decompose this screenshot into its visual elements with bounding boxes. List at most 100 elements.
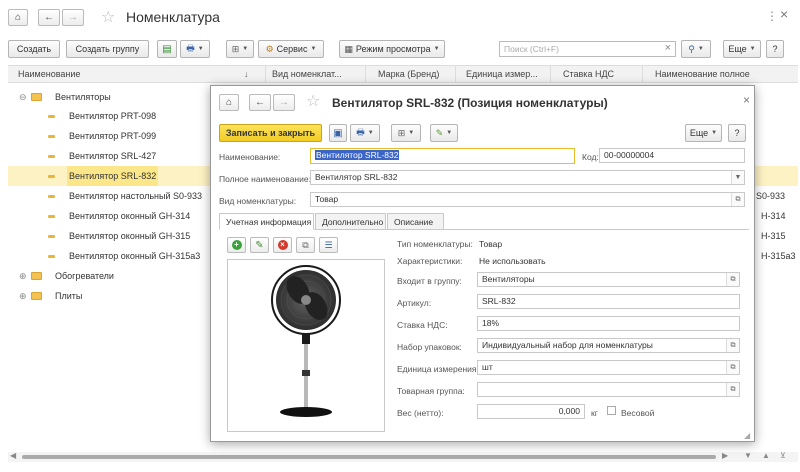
open-icon[interactable]: ⧉ [726,339,739,352]
group-field[interactable]: Вентиляторы ⧉ [477,272,740,287]
weighted-checkbox[interactable] [607,406,616,415]
structure-button[interactable]: ⊞ ▼ [226,40,254,58]
chevron-down-icon: ▼ [697,46,704,52]
clear-search-icon[interactable]: × [665,42,671,54]
close-dialog-button[interactable]: × [743,93,750,107]
item-icon [48,235,55,238]
home-button[interactable]: ⌂ [219,94,239,111]
open-icon[interactable]: ⧉ [726,361,739,374]
tab-accounting[interactable]: Учетная информация [219,213,314,230]
chevron-down-icon: ▼ [242,46,249,52]
column-header-name[interactable]: Наименование [12,65,262,83]
report-button[interactable]: ▤ [157,40,177,58]
save-button[interactable]: ▣ [329,124,347,142]
view-mode-button[interactable]: ▦ Режим просмотра ▼ [339,40,445,58]
image-list-button[interactable]: ☰ [319,237,338,253]
full-name-field[interactable]: Вентилятор SRL-832 ▼ [310,170,745,185]
structure-button[interactable]: ⊞ ▼ [391,124,421,142]
scrollbar-thumb[interactable] [22,455,716,459]
open-icon[interactable]: ⧉ [726,273,739,286]
folder-icon [31,93,42,101]
printer-icon: 🖶 [186,43,195,53]
scroll-right-icon[interactable]: ▶ [722,451,728,460]
favorite-star-icon[interactable]: ☆ [306,91,320,111]
home-button[interactable]: ⌂ [8,9,28,26]
back-button[interactable]: ← [38,9,60,26]
collapse-icon[interactable]: ⊖ [19,87,27,107]
service-button[interactable]: ⚙ Сервис ▼ [258,40,324,58]
column-header-unit[interactable]: Единица измер... [455,65,550,83]
tab-description[interactable]: Описание [387,213,444,230]
item-icon [48,175,55,178]
help-button[interactable]: ? [766,40,784,58]
column-header-brand[interactable]: Марка (Бренд) [365,65,455,83]
kind-label: Вид номенклатуры: [219,196,297,206]
resize-grip-icon[interactable]: ◢ [744,431,750,440]
weight-field[interactable]: 0,000 [477,404,585,419]
unit-label: Единица измерения: [397,364,479,374]
product-image[interactable] [227,259,385,432]
code-label: Код: [582,152,599,162]
edit-button[interactable]: ✎ ▼ [430,124,458,142]
add-image-button[interactable]: + [227,237,246,253]
arrow-right-icon: → [68,12,78,23]
expand-icon[interactable]: ⊕ [19,286,27,306]
chevron-down-icon: ▼ [711,130,718,136]
article-field[interactable]: SRL-832 [477,294,740,309]
chevron-down-icon: ▼ [408,130,415,136]
code-field[interactable]: 00-00000004 [599,148,745,163]
print-button[interactable]: 🖶 ▼ [180,40,210,58]
more-icon[interactable]: ⋮ [766,9,778,23]
fan-image [271,265,341,417]
packaging-field[interactable]: Индивидуальный набор для номенклатуры ⧉ [477,338,740,353]
scroll-end-icon[interactable]: ⊻ [780,451,786,460]
goods-group-field[interactable]: ⧉ [477,382,740,397]
column-header-kind[interactable]: Вид номенклат... [265,65,365,83]
open-icon[interactable]: ⧉ [731,193,744,206]
dropdown-icon[interactable]: ▼ [731,171,744,184]
horizontal-scrollbar[interactable]: ◀ ▶ ▼ ▲ ⊻ [8,451,798,462]
scroll-left-icon[interactable]: ◀ [10,451,16,460]
column-header-full-name[interactable]: Наименование полное [642,65,798,83]
folder-icon [31,292,42,300]
scroll-up-icon[interactable]: ▲ [762,451,770,460]
vat-field[interactable]: 18% [477,316,740,331]
item-icon [48,155,55,158]
search-input[interactable]: Поиск (Ctrl+F) × [499,41,676,57]
create-group-button[interactable]: Создать группу [66,40,149,58]
back-button[interactable]: ← [249,94,271,111]
edit-image-button[interactable]: ✎ [250,237,269,253]
scroll-down-icon[interactable]: ▼ [744,451,752,460]
more-button[interactable]: Еще ▼ [685,124,722,142]
item-icon [48,135,55,138]
sort-indicator: ↓ [244,69,249,79]
forward-button[interactable]: → [273,94,295,111]
more-button[interactable]: Еще ▼ [723,40,761,58]
create-button[interactable]: Создать [8,40,60,58]
print-button[interactable]: 🖶 ▼ [350,124,380,142]
goods-group-label: Товарная группа: [397,386,465,396]
favorite-star-icon[interactable]: ☆ [101,7,115,27]
list-icon: ☰ [324,239,333,250]
search-button[interactable]: ⚲ ▼ [681,40,711,58]
expand-icon[interactable]: ⊕ [19,266,27,286]
copy-image-button[interactable]: ⧉ [296,237,315,253]
close-window-button[interactable]: × [780,6,788,22]
column-header-vat[interactable]: Ставка НДС [550,65,642,83]
help-button[interactable]: ? [728,124,746,142]
article-label: Артикул: [397,298,432,308]
weight-unit: кг [591,408,598,418]
characteristics-value: Не использовать [479,256,546,266]
kind-field[interactable]: Товар ⧉ [310,192,745,207]
unit-field[interactable]: шт ⧉ [477,360,740,375]
item-dialog: ⌂ ← → ☆ Вентилятор SRL-832 (Позиция номе… [210,85,755,442]
tab-additional[interactable]: Дополнительно [315,213,386,230]
delete-icon: × [277,240,288,250]
delete-image-button[interactable]: × [273,237,292,253]
forward-button[interactable]: → [62,9,84,26]
group-label: Входит в группу: [397,276,462,286]
chevron-down-icon: ▼ [367,130,374,136]
name-field[interactable]: Вентилятор SRL-832 [310,148,575,164]
open-icon[interactable]: ⧉ [726,383,739,396]
save-close-button[interactable]: Записать и закрыть [219,124,322,142]
